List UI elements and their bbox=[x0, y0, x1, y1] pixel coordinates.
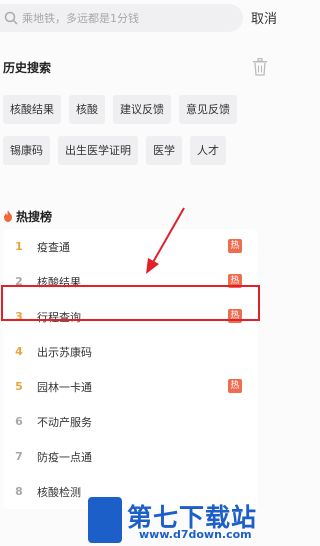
hot-item-label: 核酸结果 bbox=[37, 275, 81, 289]
history-chip[interactable]: 医学 bbox=[146, 136, 182, 165]
rank-number: 8 bbox=[15, 485, 23, 498]
hot-item-label: 园林一卡通 bbox=[37, 380, 92, 394]
rank-number: 6 bbox=[15, 415, 23, 428]
history-chip[interactable]: 意见反馈 bbox=[179, 95, 237, 124]
search-icon bbox=[4, 11, 18, 25]
rank-number: 1 bbox=[15, 240, 23, 253]
hot-item[interactable]: 6 不动产服务 bbox=[3, 404, 258, 439]
history-chip[interactable]: 出生医学证明 bbox=[58, 136, 138, 165]
hot-item[interactable]: 2 核酸结果 热 bbox=[3, 264, 258, 299]
search-field[interactable] bbox=[0, 4, 243, 32]
cancel-button[interactable]: 取消 bbox=[251, 8, 277, 27]
history-header: 历史搜索 bbox=[0, 58, 280, 78]
hot-item-label: 疫查通 bbox=[37, 240, 70, 254]
hot-tag: 热 bbox=[228, 309, 242, 323]
fire-icon bbox=[4, 210, 12, 222]
rank-number: 3 bbox=[15, 310, 23, 323]
hot-item[interactable]: 5 园林一卡通 热 bbox=[3, 369, 258, 404]
hot-list: 1 疫查通 热 2 核酸结果 热 3 行程查询 热 4 出示苏康码 5 园林一卡… bbox=[3, 229, 258, 509]
hot-item-label: 核酸检测 bbox=[37, 485, 81, 499]
hot-item[interactable]: 1 疫查通 热 bbox=[3, 229, 258, 264]
hot-tag: 热 bbox=[228, 239, 242, 253]
hot-item-label: 不动产服务 bbox=[37, 415, 92, 429]
history-title: 历史搜索 bbox=[3, 61, 52, 75]
trash-icon[interactable] bbox=[252, 58, 268, 76]
watermark-logo bbox=[88, 497, 122, 543]
rank-number: 2 bbox=[15, 275, 23, 288]
history-row: 核酸结果 核酸 建议反馈 意见反馈 bbox=[3, 95, 275, 124]
watermark-url: www.d7down.com bbox=[139, 528, 252, 541]
history-chip[interactable]: 核酸 bbox=[69, 95, 105, 124]
history-chip[interactable]: 锡康码 bbox=[3, 136, 50, 165]
hot-tag: 热 bbox=[228, 379, 242, 393]
history-chip[interactable]: 建议反馈 bbox=[113, 95, 171, 124]
hot-item[interactable]: 7 防疫一点通 bbox=[3, 439, 258, 474]
hot-title: 热搜榜 bbox=[16, 209, 53, 224]
history-row: 锡康码 出生医学证明 医学 人才 bbox=[3, 136, 275, 165]
arrow-annotation bbox=[146, 207, 185, 274]
hot-item[interactable]: 3 行程查询 热 bbox=[3, 299, 258, 334]
hot-tag: 热 bbox=[228, 274, 242, 288]
history-chip[interactable]: 人才 bbox=[190, 136, 226, 165]
hot-item-label: 防疫一点通 bbox=[37, 450, 92, 464]
rank-number: 5 bbox=[15, 380, 23, 393]
history-chip[interactable]: 核酸结果 bbox=[3, 95, 61, 124]
rank-number: 7 bbox=[15, 450, 23, 463]
rank-number: 4 bbox=[15, 345, 23, 358]
search-bar: 取消 bbox=[0, 0, 280, 34]
history-chips: 核酸结果 核酸 建议反馈 意见反馈 锡康码 出生医学证明 医学 人才 bbox=[3, 95, 275, 177]
hot-header: 热搜榜 bbox=[3, 206, 52, 226]
hot-item-label: 行程查询 bbox=[37, 310, 81, 324]
search-input[interactable] bbox=[22, 11, 222, 25]
hot-item-label: 出示苏康码 bbox=[37, 345, 92, 359]
hot-item[interactable]: 4 出示苏康码 bbox=[3, 334, 258, 369]
